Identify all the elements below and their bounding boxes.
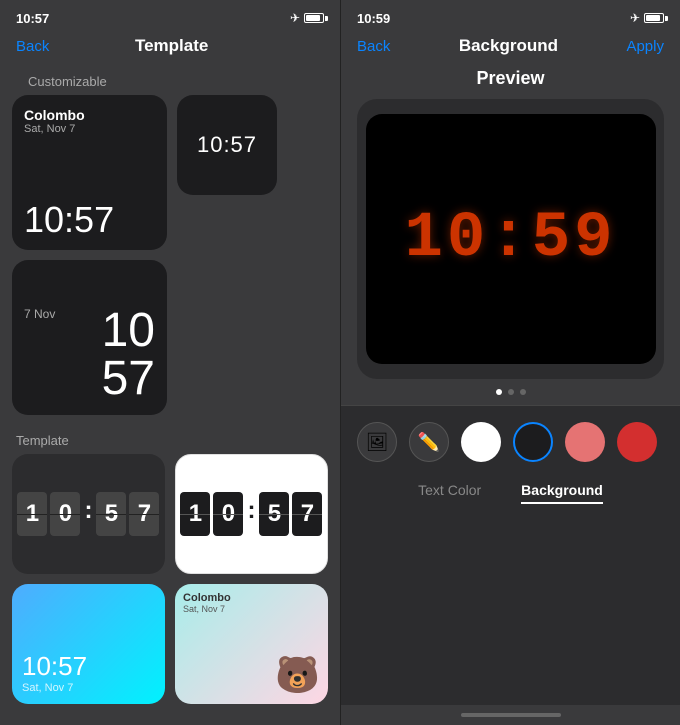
template-grid-flip: 1 0 : 5 7 1 0 : 5 7 [12, 454, 328, 574]
widget-date-time[interactable]: 7 Nov 10 57 [12, 260, 167, 415]
widget-flip-white[interactable]: 1 0 : 5 7 [175, 454, 328, 574]
color-swatch-salmon[interactable] [565, 422, 605, 462]
template-section-label: Template [12, 425, 328, 454]
dot-3[interactable] [520, 389, 526, 395]
home-bar [461, 713, 561, 717]
flip-w2: 0 [213, 492, 243, 536]
color-swatch-white[interactable] [461, 422, 501, 462]
left-status-bar: 10:57 ✈ [0, 0, 340, 32]
right-nav: Back Background Apply [341, 32, 680, 64]
w1-date: Sat, Nov 7 [24, 123, 155, 135]
widget-digital-small[interactable]: 10:57 [177, 95, 277, 195]
gw2-location: Colombo [183, 592, 320, 604]
dot-1[interactable] [496, 389, 502, 395]
w3-min: 57 [102, 355, 155, 403]
custom-color-button[interactable]: ✏️ [409, 422, 449, 462]
gw2-date: Sat, Nov 7 [183, 604, 320, 614]
tab-text-color[interactable]: Text Color [418, 482, 481, 504]
right-status-bar: 10:59 ✈ [341, 0, 680, 32]
tab-background[interactable]: Background [521, 482, 603, 504]
templates-scroll: Customizable Colombo Sat, Nov 7 10:57 10… [0, 66, 340, 725]
right-nav-title: Background [459, 36, 558, 56]
image-picker-button[interactable]: 🖼 [357, 422, 397, 462]
flip-w3: 5 [259, 492, 289, 536]
preview-inner: 10:59 [366, 114, 656, 364]
gw-time: 10:57 [22, 651, 155, 682]
preview-clock: 10:59 [404, 203, 616, 275]
gw-date: Sat, Nov 7 [22, 682, 155, 694]
left-status-time: 10:57 [16, 11, 49, 26]
dot-2[interactable] [508, 389, 514, 395]
customizable-grid: Colombo Sat, Nov 7 10:57 10:57 [12, 95, 328, 250]
w3-hour: 10 [102, 307, 155, 355]
w1-time: 10:57 [24, 202, 155, 238]
right-panel: 10:59 ✈ Back Background Apply Preview 10… [341, 0, 680, 725]
flip-d4: 7 [129, 492, 159, 536]
color-picker-area: 🖼 ✏️ Text Color Background [341, 405, 680, 705]
left-status-icons: ✈ [290, 11, 324, 25]
flip-w4: 7 [292, 492, 322, 536]
color-swatch-dark[interactable] [513, 422, 553, 462]
widget-gradient-blue[interactable]: 10:57 Sat, Nov 7 [12, 584, 165, 704]
w3-row: 7 Nov 10 [24, 307, 155, 355]
preview-container: 10:59 [357, 99, 664, 379]
template-grid-gradient: 10:57 Sat, Nov 7 Colombo Sat, Nov 7 🐻 [12, 584, 328, 704]
flip-d3: 5 [96, 492, 126, 536]
flip-d2: 0 [50, 492, 80, 536]
left-back-button[interactable]: Back [16, 38, 49, 55]
flip-w1: 1 [180, 492, 210, 536]
preview-label: Preview [341, 68, 680, 89]
w1-header: Colombo Sat, Nov 7 [24, 107, 155, 135]
battery-icon [304, 13, 324, 23]
tab-selector: Text Color Background [357, 482, 664, 504]
right-airplane-icon: ✈ [630, 11, 640, 25]
widget-colombo[interactable]: Colombo Sat, Nov 7 10:57 [12, 95, 167, 250]
dots-indicator [341, 389, 680, 395]
w1-location: Colombo [24, 107, 155, 123]
left-nav: Back Template [0, 32, 340, 66]
left-nav-title: Template [135, 36, 208, 56]
apply-button[interactable]: Apply [626, 38, 664, 55]
color-swatch-red[interactable] [617, 422, 657, 462]
customizable-label: Customizable [12, 66, 328, 95]
pen-icon: ✏️ [418, 432, 440, 453]
color-swatches: 🖼 ✏️ [357, 422, 664, 462]
flip-sep-dark: : [84, 497, 92, 531]
widget-flip-dark[interactable]: 1 0 : 5 7 [12, 454, 165, 574]
w2-time: 10:57 [197, 132, 257, 158]
right-battery-icon [644, 13, 664, 23]
right-status-icons: ✈ [630, 11, 664, 25]
image-icon: 🖼 [366, 432, 389, 453]
w3-date: 7 Nov [24, 307, 55, 321]
flip-d1: 1 [17, 492, 47, 536]
home-indicator [341, 705, 680, 725]
left-panel: 10:57 ✈ Back Template Customizable Colom… [0, 0, 340, 725]
right-status-time: 10:59 [357, 11, 390, 26]
airplane-icon: ✈ [290, 11, 300, 25]
bear-icon: 🐻 [275, 654, 320, 696]
widget-cartoon[interactable]: Colombo Sat, Nov 7 🐻 [175, 584, 328, 704]
right-back-button[interactable]: Back [357, 38, 390, 55]
flip-sep-white: : [247, 497, 255, 531]
